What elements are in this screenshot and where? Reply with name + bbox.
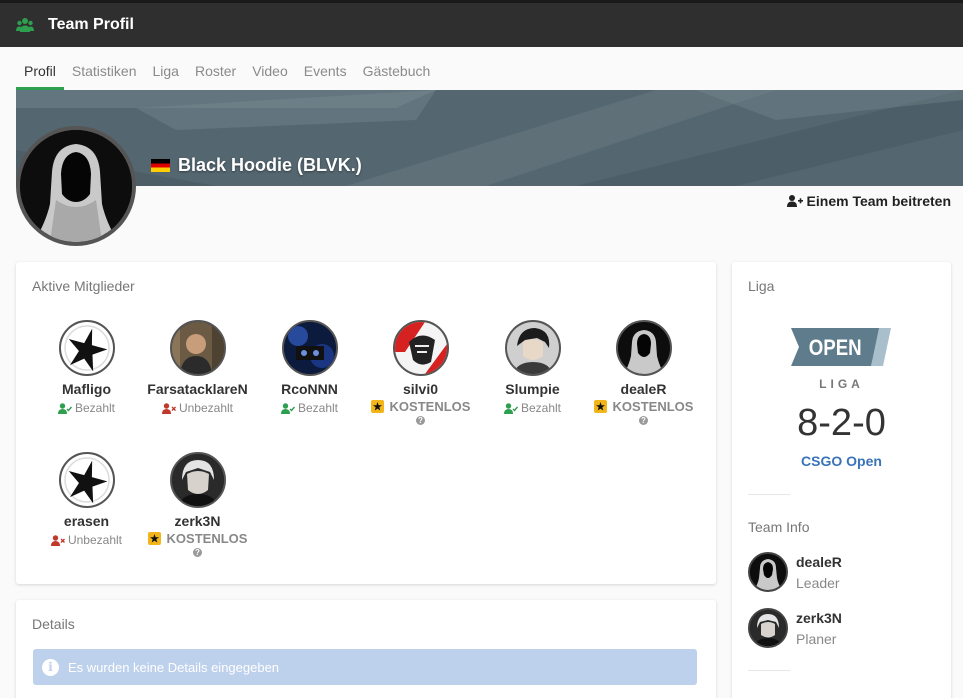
avatar[interactable]: [504, 320, 561, 376]
team-info-leader[interactable]: dealeR Leader: [748, 552, 842, 592]
status-badge: Bezahlt: [254, 401, 365, 415]
free-star-icon: [147, 532, 161, 545]
member-rconnn[interactable]: RcoNNN Bezahlt: [254, 320, 365, 415]
tab-roster[interactable]: Roster: [187, 47, 244, 90]
free-star-icon: [593, 400, 607, 413]
details-title: Details: [32, 616, 75, 632]
free-star-icon: [370, 400, 384, 413]
member-dealer[interactable]: dealeR KOSTENLOS ?: [588, 320, 699, 425]
member-silvi0[interactable]: silvi0 KOSTENLOS ?: [365, 320, 476, 425]
team-info-name: zerk3N: [796, 609, 842, 626]
member-name: dealeR: [620, 381, 667, 397]
details-card: Details i Es wurden keine Details eingeg…: [16, 600, 716, 698]
no-details-alert: i Es wurden keine Details eingegeben: [33, 649, 697, 685]
tab-liga[interactable]: Liga: [145, 47, 187, 90]
status-text: KOSTENLOS: [166, 531, 248, 546]
avatar[interactable]: [748, 608, 788, 648]
team-info-planer[interactable]: zerk3N Planer: [748, 608, 842, 648]
team-name-text: Black Hoodie (BLVK.): [178, 155, 362, 175]
team-info-role: Planer: [796, 630, 837, 647]
liga-label: LIGA: [819, 377, 864, 391]
member-name: Mafligo: [62, 381, 111, 397]
team-name: Black Hoodie (BLVK.): [151, 155, 362, 176]
liga-title: Liga: [748, 278, 775, 294]
member-name: erasen: [63, 513, 110, 529]
status-text: Unbezahlt: [67, 533, 123, 547]
avatar[interactable]: [169, 320, 226, 376]
top-bar: Team Profil: [0, 0, 963, 47]
team-info-role: Leader: [796, 574, 840, 591]
tab-gaestebuch[interactable]: Gästebuch: [355, 47, 439, 90]
status-text: Bezahlt: [74, 401, 116, 415]
status-text: KOSTENLOS: [612, 399, 694, 414]
divider: [748, 670, 790, 671]
status-badge: KOSTENLOS: [588, 399, 699, 414]
help-icon[interactable]: ?: [639, 416, 648, 425]
help-icon[interactable]: ?: [416, 416, 425, 425]
alert-text: Es wurden keine Details eingegeben: [68, 659, 280, 675]
info-icon: i: [42, 658, 59, 676]
member-farsatacklaren[interactable]: FarsatacklareN Unbezahlt: [142, 320, 253, 415]
avatar[interactable]: [748, 552, 788, 592]
avatar[interactable]: [169, 452, 226, 508]
user-check-icon: [280, 402, 295, 414]
win-loss-record: 8-2-0: [797, 402, 886, 444]
users-icon: [16, 18, 34, 32]
avatar[interactable]: [281, 320, 338, 376]
tab-profil[interactable]: Profil: [16, 47, 64, 90]
user-check-icon: [503, 402, 518, 414]
join-team-button[interactable]: Einem Team beitreten: [786, 193, 951, 209]
member-name: zerk3N: [174, 513, 221, 529]
tab-statistiken[interactable]: Statistiken: [64, 47, 145, 90]
tab-video[interactable]: Video: [244, 47, 296, 90]
liga-card: Liga OPEN LIGA 8-2-0 CSGO Open Team Info…: [732, 262, 951, 698]
member-mafligo[interactable]: Mafligo Bezahlt: [31, 320, 142, 415]
team-info-title: Team Info: [748, 519, 810, 535]
team-avatar: [16, 126, 136, 246]
page-title: Team Profil: [48, 16, 134, 33]
member-name: FarsatacklareN: [147, 381, 248, 397]
join-team-label: Einem Team beitreten: [806, 193, 951, 209]
badge-text: OPEN: [809, 337, 862, 361]
status-badge: KOSTENLOS: [365, 399, 476, 414]
team-info-name: dealeR: [796, 553, 842, 570]
help-icon[interactable]: ?: [193, 548, 202, 557]
divider: [748, 494, 790, 495]
status-text: KOSTENLOS: [389, 399, 471, 414]
member-name: RcoNNN: [281, 381, 338, 397]
tab-events[interactable]: Events: [296, 47, 355, 90]
user-times-icon: [161, 402, 176, 414]
status-text: Bezahlt: [297, 401, 339, 415]
avatar[interactable]: [392, 320, 449, 376]
user-times-icon: [50, 534, 65, 546]
user-plus-icon: [786, 195, 803, 207]
avatar[interactable]: [58, 452, 115, 508]
status-badge: Unbezahlt: [31, 533, 142, 547]
active-members-card: Aktive Mitglieder Mafligo Bezahlt Farsat…: [16, 262, 716, 584]
user-check-icon: [57, 402, 72, 414]
member-name: silvi0: [402, 381, 439, 397]
germany-flag-icon: [151, 159, 170, 172]
status-badge: Bezahlt: [31, 401, 142, 415]
status-badge: KOSTENLOS: [142, 531, 253, 546]
member-slumpie[interactable]: Slumpie Bezahlt: [477, 320, 588, 415]
status-badge: Unbezahlt: [142, 401, 253, 415]
open-league-badge: OPEN: [791, 328, 891, 366]
liga-link[interactable]: CSGO Open: [732, 453, 951, 469]
status-text: Bezahlt: [520, 401, 562, 415]
member-zerk3n[interactable]: zerk3N KOSTENLOS ?: [142, 452, 253, 557]
status-text: Unbezahlt: [178, 401, 234, 415]
avatar[interactable]: [58, 320, 115, 376]
status-badge: Bezahlt: [477, 401, 588, 415]
tab-bar: Profil Statistiken Liga Roster Video Eve…: [0, 47, 963, 90]
member-erasen[interactable]: erasen Unbezahlt: [31, 452, 142, 547]
avatar[interactable]: [615, 320, 672, 376]
active-members-title: Aktive Mitglieder: [32, 278, 135, 294]
member-name: Slumpie: [505, 381, 560, 397]
